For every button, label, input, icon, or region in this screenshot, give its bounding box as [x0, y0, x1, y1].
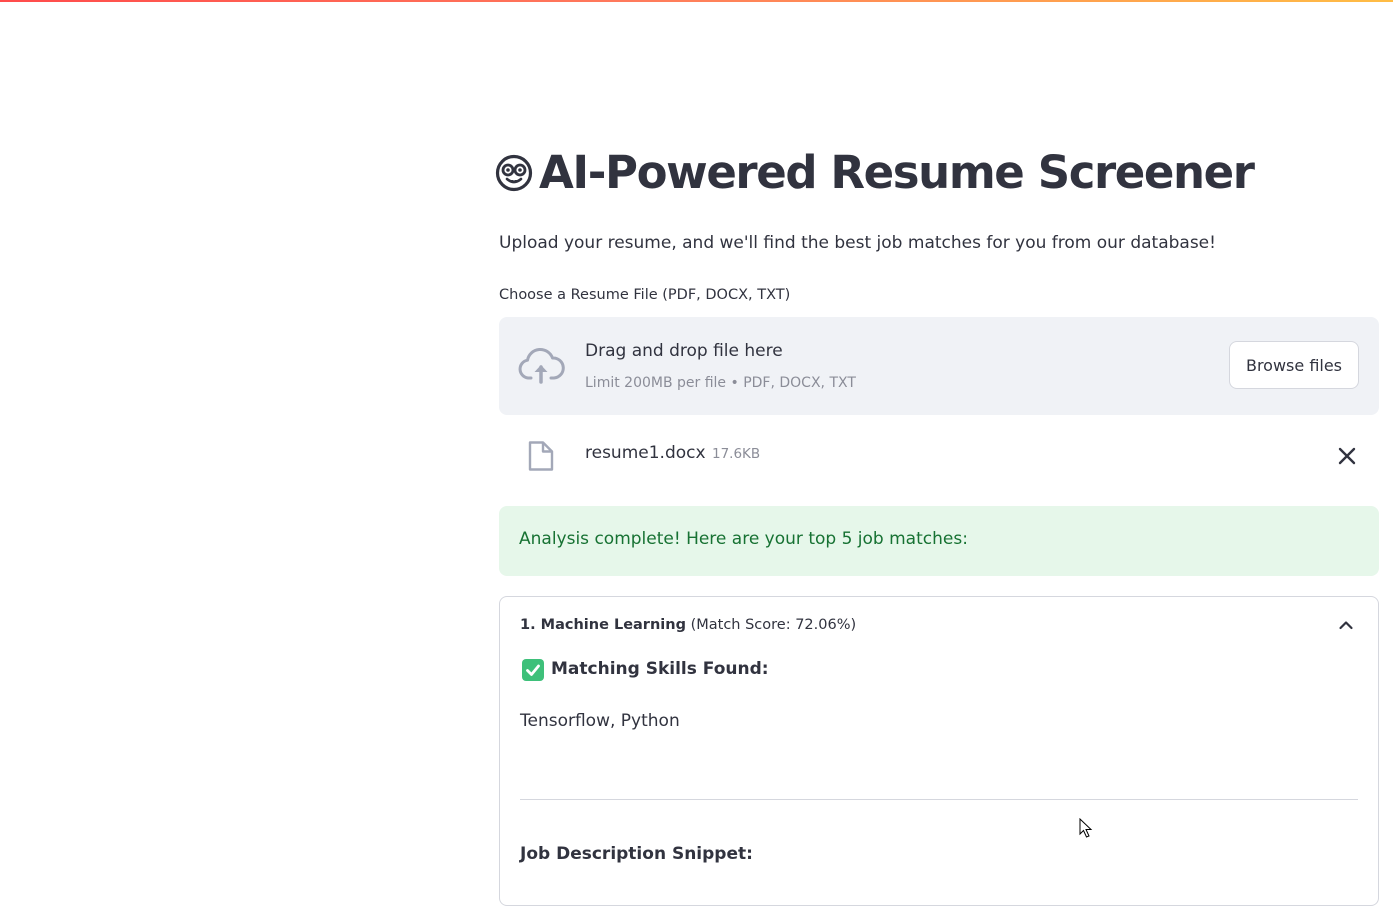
uploaded-file-size: 17.6KB	[712, 446, 761, 462]
browse-files-button[interactable]: Browse files	[1229, 341, 1359, 389]
uploaded-file-row: resume1.docx 17.6KB	[499, 430, 1379, 480]
uploaded-file-name: resume1.docx	[585, 443, 706, 463]
job-match-expander: 1. Machine Learning (Match Score: 72.06%…	[499, 596, 1379, 906]
job-match-score: (Match Score: 72.06%)	[685, 617, 857, 633]
success-message: Analysis complete! Here are your top 5 j…	[519, 529, 968, 549]
matching-skills-list: Tensorflow, Python	[520, 711, 680, 731]
top-decoration-bar	[0, 0, 1393, 2]
file-icon	[528, 441, 554, 471]
job-description-heading: Job Description Snippet:	[520, 844, 753, 864]
divider	[520, 799, 1358, 800]
check-mark-icon	[522, 659, 544, 681]
cloud-upload-icon	[518, 348, 565, 384]
chevron-up-icon[interactable]	[1336, 615, 1356, 635]
page-title: AI-Powered Resume Screener	[539, 146, 1255, 199]
page-subtitle: Upload your resume, and we'll find the b…	[499, 233, 1216, 253]
file-dropzone[interactable]: Drag and drop file here Limit 200MB per …	[499, 317, 1379, 415]
dropzone-limit-text: Limit 200MB per file • PDF, DOCX, TXT	[585, 375, 856, 391]
page-header: AI-Powered Resume Screener	[495, 146, 1255, 199]
mouse-cursor-icon	[1079, 818, 1093, 838]
expander-header[interactable]: 1. Machine Learning (Match Score: 72.06%…	[520, 617, 856, 633]
close-icon[interactable]	[1335, 444, 1359, 468]
file-uploader-label: Choose a Resume File (PDF, DOCX, TXT)	[499, 287, 791, 303]
matching-skills-heading: Matching Skills Found:	[551, 659, 769, 679]
success-alert: Analysis complete! Here are your top 5 j…	[499, 506, 1379, 576]
nerd-face-icon	[495, 154, 533, 191]
dropzone-title: Drag and drop file here	[585, 341, 783, 361]
job-match-title: 1. Machine Learning	[520, 617, 686, 633]
